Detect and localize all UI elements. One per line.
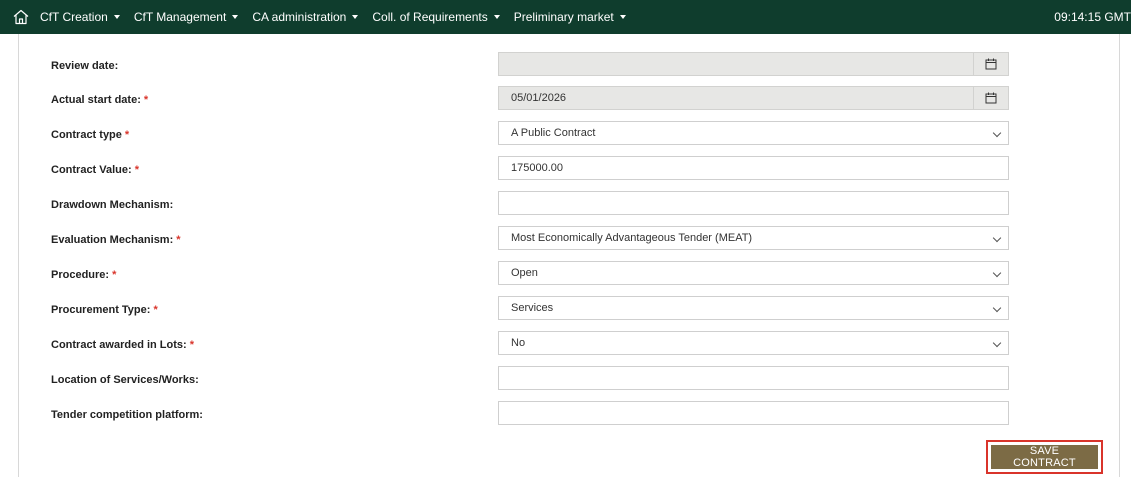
top-nav-bar: CfT Creation CfT Management CA administr… bbox=[0, 0, 1131, 34]
chevron-down-icon bbox=[992, 268, 1002, 278]
chevron-down-icon bbox=[992, 303, 1002, 313]
tender-platform-label: Tender competition platform: bbox=[51, 409, 203, 421]
procedure-select[interactable]: Open bbox=[498, 261, 1009, 285]
contract-value-row: Contract Value: * 175000.00 bbox=[19, 156, 1119, 189]
required-mark: * bbox=[189, 339, 194, 351]
procurement-type-row: Procurement Type: * Services bbox=[19, 296, 1119, 329]
procurement-type-label: Procurement Type: * bbox=[51, 304, 158, 316]
contract-form-panel: Review date: Actual start date: * 05/01/2… bbox=[18, 34, 1120, 477]
chevron-down-icon bbox=[992, 233, 1002, 243]
required-mark: * bbox=[112, 269, 117, 281]
chevron-down-icon bbox=[992, 128, 1002, 138]
actual-start-date-row: Actual start date: * 05/01/2026 bbox=[19, 86, 1119, 119]
contract-value-label: Contract Value: * bbox=[51, 164, 139, 176]
home-icon[interactable] bbox=[12, 8, 30, 26]
required-mark: * bbox=[134, 164, 139, 176]
caret-down-icon bbox=[493, 15, 500, 19]
menu-preliminary-market[interactable]: Preliminary market bbox=[514, 10, 626, 24]
tender-platform-row: Tender competition platform: bbox=[19, 401, 1119, 434]
drawdown-mechanism-row: Drawdown Mechanism: bbox=[19, 191, 1119, 224]
location-row: Location of Services/Works: bbox=[19, 366, 1119, 399]
tender-platform-input[interactable] bbox=[498, 401, 1009, 425]
contract-type-row: Contract type * A Public Contract bbox=[19, 121, 1119, 154]
evaluation-mechanism-select[interactable]: Most Economically Advantageous Tender (M… bbox=[498, 226, 1009, 250]
required-mark: * bbox=[143, 94, 149, 106]
contract-type-label: Contract type * bbox=[51, 129, 130, 141]
caret-down-icon bbox=[352, 15, 359, 19]
menu-cft-creation[interactable]: CfT Creation bbox=[40, 10, 120, 24]
contract-value-input[interactable]: 175000.00 bbox=[498, 156, 1009, 180]
review-date-label: Review date: bbox=[51, 60, 119, 72]
save-contract-button[interactable]: SAVE CONTRACT bbox=[991, 445, 1098, 469]
caret-down-icon bbox=[232, 15, 239, 19]
menu-ca-administration[interactable]: CA administration bbox=[252, 10, 359, 24]
calendar-icon[interactable] bbox=[973, 53, 1008, 75]
required-mark: * bbox=[176, 234, 181, 246]
awarded-in-lots-label: Contract awarded in Lots: * bbox=[51, 339, 194, 351]
awarded-in-lots-select[interactable]: No bbox=[498, 331, 1009, 355]
contract-type-select[interactable]: A Public Contract bbox=[498, 121, 1009, 145]
evaluation-mechanism-row: Evaluation Mechanism: * Most Economically… bbox=[19, 226, 1119, 259]
menu-label: Coll. of Requirements bbox=[372, 10, 488, 24]
procedure-label: Procedure: * bbox=[51, 269, 117, 281]
main-menu: CfT Creation CfT Management CA administr… bbox=[40, 0, 640, 34]
caret-down-icon bbox=[113, 15, 120, 19]
chevron-down-icon bbox=[992, 338, 1002, 348]
save-contract-highlight: SAVE CONTRACT bbox=[986, 440, 1103, 474]
review-date-row: Review date: bbox=[19, 52, 1119, 85]
procedure-row: Procedure: * Open bbox=[19, 261, 1119, 294]
required-mark: * bbox=[124, 129, 130, 141]
menu-label: CfT Creation bbox=[40, 10, 108, 24]
location-label: Location of Services/Works: bbox=[51, 374, 199, 386]
location-input[interactable] bbox=[498, 366, 1009, 390]
calendar-icon[interactable] bbox=[973, 87, 1008, 109]
awarded-in-lots-row: Contract awarded in Lots: * No bbox=[19, 331, 1119, 364]
evaluation-mechanism-label: Evaluation Mechanism: * bbox=[51, 234, 181, 246]
menu-label: CfT Management bbox=[133, 10, 227, 24]
actual-start-date-label: Actual start date: * bbox=[51, 94, 149, 106]
drawdown-mechanism-input[interactable] bbox=[498, 191, 1009, 215]
menu-label: Preliminary market bbox=[513, 10, 614, 24]
clock: 09:14:15 GMT bbox=[1054, 10, 1131, 24]
actual-start-date-field[interactable]: 05/01/2026 bbox=[498, 86, 1009, 110]
required-mark: * bbox=[153, 304, 158, 316]
menu-cft-management[interactable]: CfT Management bbox=[134, 10, 239, 24]
menu-coll-of-requirements[interactable]: Coll. of Requirements bbox=[372, 10, 500, 24]
procurement-type-select[interactable]: Services bbox=[498, 296, 1009, 320]
caret-down-icon bbox=[619, 15, 626, 19]
menu-label: CA administration bbox=[252, 10, 347, 24]
review-date-field[interactable] bbox=[498, 52, 1009, 76]
drawdown-mechanism-label: Drawdown Mechanism: bbox=[51, 199, 174, 211]
